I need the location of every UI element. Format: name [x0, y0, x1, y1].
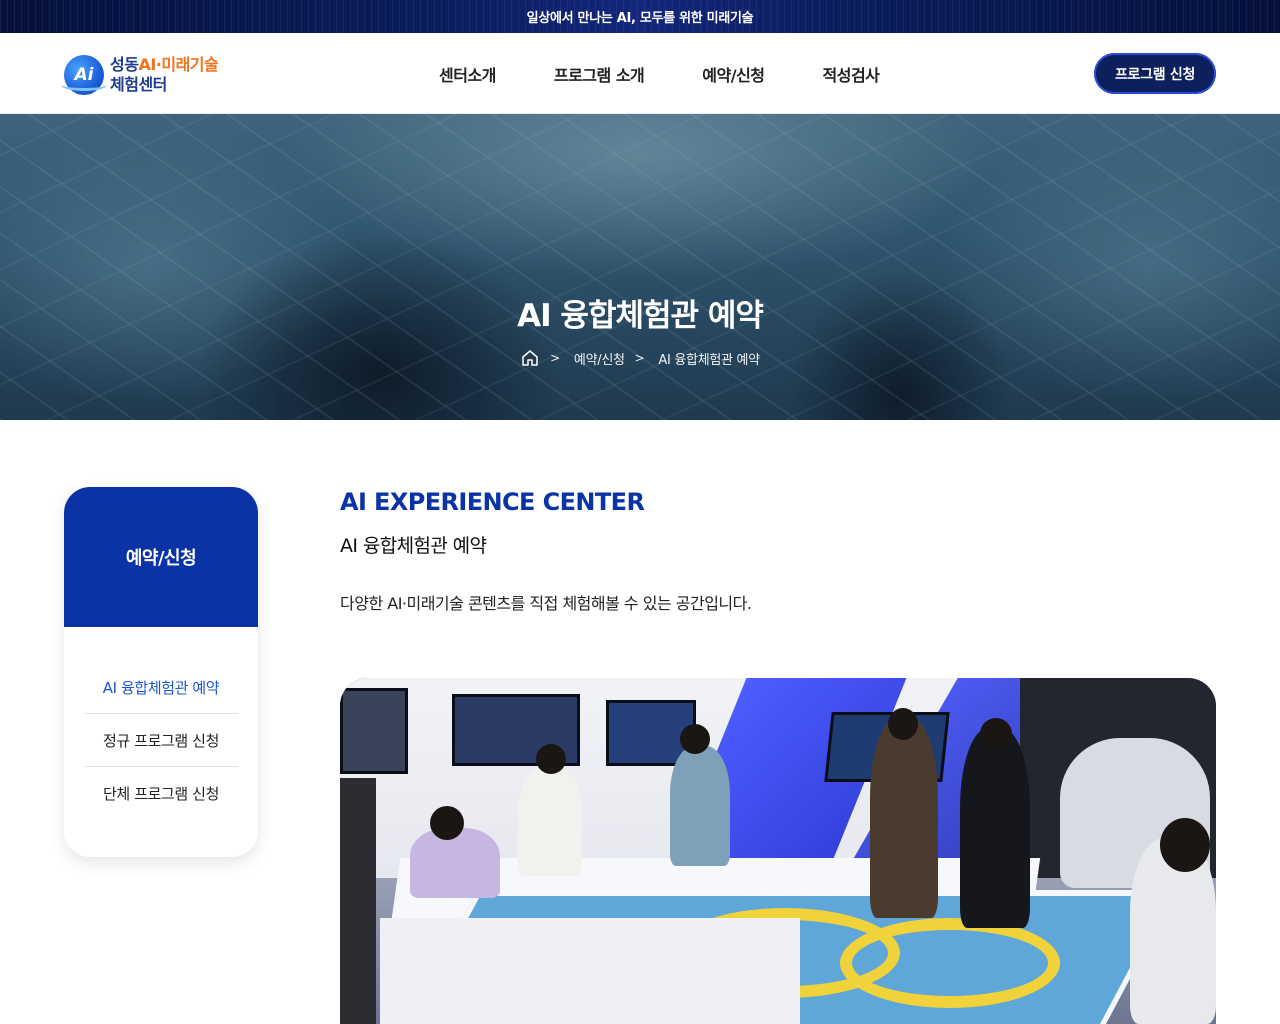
logo-text: 성동AI·미래기술 체험센터 [110, 55, 219, 95]
nav-item-program-intro[interactable]: 프로그램 소개 [554, 62, 645, 86]
section-eyebrow: AI EXPERIENCE CENTER [340, 488, 645, 516]
sidebar-item-group-program[interactable]: 단체 프로그램 신청 [84, 767, 238, 820]
photo-person [410, 828, 500, 898]
logo-highlight: AI·미래기술 [138, 55, 219, 74]
page-title: AI 융합체험관 예약 [517, 298, 764, 334]
photo-person [518, 766, 582, 876]
hero-banner: AI 융합체험관 예약 > 예약/신청 > AI 융합체험관 예약 [0, 114, 1280, 420]
section-description: 다양한 AI·미래기술 콘텐츠를 직접 체험해볼 수 있는 공간입니다. [340, 594, 752, 613]
breadcrumb-item-current[interactable]: AI 융합체험관 예약 [658, 349, 760, 368]
program-apply-button[interactable]: 프로그램 신청 [1094, 53, 1216, 94]
experience-center-photo [340, 678, 1216, 1024]
main-nav: 센터소개 프로그램 소개 예약/신청 적성검사 [410, 33, 908, 114]
photo-person [870, 718, 938, 918]
site-logo[interactable]: Ai 성동AI·미래기술 체험센터 [61, 53, 234, 97]
photo-head [430, 806, 464, 840]
nav-item-aptitude-test[interactable]: 적성검사 [823, 62, 880, 86]
photo-head [680, 724, 710, 754]
breadcrumb-separator: > [550, 351, 560, 365]
hero-overlay [0, 114, 1280, 420]
photo-head [1160, 818, 1210, 872]
photo-table-side [380, 918, 800, 1024]
photo-person [670, 746, 730, 866]
logo-line-2: 체험센터 [110, 75, 167, 94]
site-header: Ai 성동AI·미래기술 체험센터 센터소개 프로그램 소개 예약/신청 적성검… [0, 33, 1280, 114]
photo-screen-1 [340, 688, 408, 774]
photo-head [536, 744, 566, 774]
photo-person-left [340, 778, 376, 1024]
photo-head [888, 708, 918, 740]
breadcrumb: > 예약/신청 > AI 융합체험관 예약 [0, 348, 1280, 368]
nav-item-center-intro[interactable]: 센터소개 [439, 62, 496, 86]
logo-line-1: 성동AI·미래기술 [110, 55, 219, 75]
announcement-text: 일상에서 만나는 AI, 모두를 위한 미래기술 [526, 11, 754, 26]
sidebar-item-regular-program[interactable]: 정규 프로그램 신청 [84, 714, 238, 767]
logo-prefix: 성동 [110, 55, 139, 74]
breadcrumb-separator: > [634, 351, 645, 365]
sidebar-item-ai-center-reservation[interactable]: AI 융합체험관 예약 [84, 661, 238, 714]
nav-item-reservation[interactable]: 예약/신청 [702, 62, 765, 86]
sidebar-title: 예약/신청 [64, 487, 258, 627]
home-icon[interactable] [520, 348, 540, 368]
section-subtitle: AI 융합체험관 예약 [340, 535, 487, 557]
photo-head [980, 718, 1012, 750]
photo-person [960, 728, 1030, 928]
top-announcement-bar: 일상에서 만나는 AI, 모두를 위한 미래기술 [0, 0, 1280, 33]
sidebar-menu: 예약/신청 AI 융합체험관 예약 정규 프로그램 신청 단체 프로그램 신청 [64, 487, 258, 857]
sidebar-list: AI 융합체험관 예약 정규 프로그램 신청 단체 프로그램 신청 [64, 627, 258, 820]
photo-track-lane [840, 918, 1060, 1008]
logo-mark-icon: Ai [61, 55, 107, 95]
breadcrumb-item-reservation[interactable]: 예약/신청 [574, 349, 625, 368]
